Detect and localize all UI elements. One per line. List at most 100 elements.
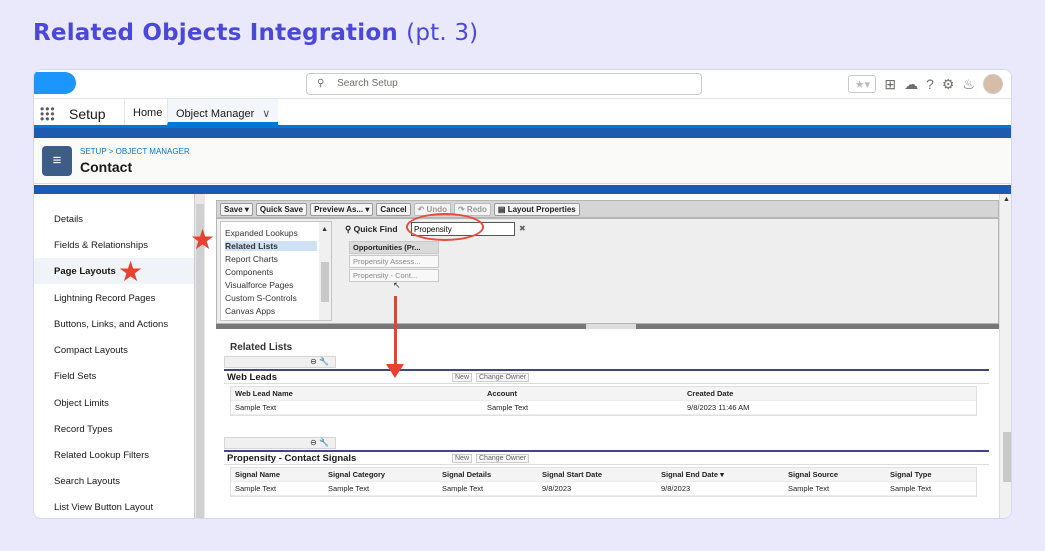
annotation-arrow-head <box>386 364 404 378</box>
table-cell: Sample Text <box>235 403 277 412</box>
sidebar-item-fields[interactable]: Fields & Relationships <box>54 240 148 251</box>
trailhead-icon[interactable]: ☁ <box>904 76 918 93</box>
sidebar-item-list-view-button[interactable]: List View Button Layout <box>54 502 153 513</box>
table-cell: 9/8/2023 <box>661 484 691 493</box>
table-cell: Sample Text <box>487 403 529 412</box>
change-owner-button[interactable]: Change Owner <box>476 454 530 463</box>
breadcrumb[interactable]: SETUP > OBJECT MANAGER <box>80 147 190 156</box>
drag-handle[interactable]: ⊖ 🔧 <box>224 437 336 449</box>
object-header: ≡ SETUP > OBJECT MANAGER Contact <box>34 138 1011 184</box>
header-stripe <box>34 128 1011 138</box>
global-actions: ★▾ ⊞ ☁ ? ⚙ ♨ <box>848 73 1003 95</box>
chevron-up-icon[interactable]: ▲ <box>321 226 328 233</box>
column-header: Created Date <box>687 389 734 398</box>
category-components[interactable]: Components <box>225 267 273 277</box>
redo-label: Redo <box>466 204 487 214</box>
sidebar-item-details[interactable]: Details <box>54 214 83 225</box>
gear-icon[interactable]: ⚙ <box>942 76 955 93</box>
table-row: Sample Text Sample Text 9/8/2023 11:46 A… <box>231 401 976 415</box>
clear-icon[interactable]: ✖ <box>519 224 526 233</box>
sidebar-item-field-sets[interactable]: Field Sets <box>54 371 96 382</box>
table-cell: Sample Text <box>328 484 370 493</box>
related-list-table: Signal Name Signal Category Signal Detai… <box>230 467 977 497</box>
chevron-down-icon[interactable]: ∨ <box>262 108 270 120</box>
search-icon: ⚲ <box>317 78 325 89</box>
table-cell: Sample Text <box>890 484 932 493</box>
palette-item-propensity-assess[interactable]: Propensity Assess... <box>349 255 439 268</box>
page-layout-editor: Save ▾ Quick Save Preview As... ▾ Cancel… <box>216 200 999 518</box>
sidebar-item-lookup-filters[interactable]: Related Lookup Filters <box>54 450 149 461</box>
annotation-star-icon: ★ <box>190 224 216 255</box>
cursor-icon: ↖ <box>393 280 401 290</box>
category-related-lists[interactable]: Related Lists <box>225 241 317 251</box>
tab-object-manager-label: Object Manager <box>176 108 255 120</box>
column-header: Signal Name <box>235 470 281 479</box>
sidebar-item-compact-layouts[interactable]: Compact Layouts <box>54 345 128 356</box>
redo-icon: ↷ <box>457 204 467 214</box>
category-visualforce-pages[interactable]: Visualforce Pages <box>225 280 293 290</box>
page-title: Contact <box>80 159 133 175</box>
editor-scrollbar[interactable]: ▲ <box>999 194 1011 518</box>
app-name: Setup <box>69 106 106 122</box>
sidebar: Details Fields & Relationships Page Layo… <box>34 194 194 518</box>
related-list-name: Web Leads <box>227 372 277 383</box>
sidebar-item-page-layouts[interactable]: Page Layouts <box>54 266 116 277</box>
bell-icon[interactable]: ♨ <box>962 76 975 93</box>
table-cell: Sample Text <box>235 484 277 493</box>
app-launcher-icon[interactable]: ••• ••• ••• <box>40 103 56 125</box>
category-custom-s-controls[interactable]: Custom S-Controls <box>225 293 297 303</box>
remove-wrench-icon[interactable]: ⊖ 🔧 <box>310 438 329 447</box>
table-cell: 9/8/2023 11:46 AM <box>687 403 750 412</box>
new-button[interactable]: New <box>452 373 473 382</box>
screenshot-frame: ⚲ Search Setup ★▾ ⊞ ☁ ? ⚙ ♨ ••• ••• ••• Se… <box>33 69 1012 519</box>
category-scroll-thumb[interactable] <box>321 262 329 302</box>
resizer-grip[interactable] <box>586 324 636 329</box>
search-input[interactable]: ⚲ Search Setup <box>306 73 702 95</box>
sidebar-item-buttons[interactable]: Buttons, Links, and Actions <box>54 319 168 330</box>
annotation-star-icon: ★ <box>118 256 144 287</box>
editor-scroll-thumb[interactable] <box>1003 432 1011 482</box>
favorites-icon[interactable]: ★▾ <box>848 75 877 93</box>
table-header-row: Web Lead Name Account Created Date <box>231 387 976 401</box>
tab-object-manager[interactable]: Object Manager ∨ <box>167 99 279 125</box>
related-lists-section-title: Related Lists <box>230 342 293 353</box>
sidebar-item-lightning-pages[interactable]: Lightning Record Pages <box>54 293 155 304</box>
layout-properties-button[interactable]: ▤ Layout Properties <box>493 202 580 216</box>
new-button[interactable]: New <box>452 454 473 463</box>
avatar[interactable] <box>983 74 1003 94</box>
chevron-up-icon[interactable]: ▲ <box>1003 196 1010 203</box>
column-header: Signal Source <box>788 470 839 479</box>
change-owner-button[interactable]: Change Owner <box>476 373 530 382</box>
global-header: ⚲ Search Setup ★▾ ⊞ ☁ ? ⚙ ♨ <box>34 70 1011 99</box>
layers-icon: ≡ <box>42 146 72 176</box>
editor-toolbar: Save ▾ Quick Save Preview As... ▾ Cancel… <box>216 200 999 218</box>
sidebar-item-record-types[interactable]: Record Types <box>54 424 112 435</box>
sidebar-item-object-limits[interactable]: Object Limits <box>54 398 109 409</box>
column-header: Signal Category <box>328 470 386 479</box>
drag-handle[interactable]: ⊖ 🔧 <box>224 356 336 368</box>
slide-title-main: Related Objects Integration <box>33 20 398 46</box>
category-report-charts[interactable]: Report Charts <box>225 254 278 264</box>
category-canvas-apps[interactable]: Canvas Apps <box>225 306 275 316</box>
table-header-row: Signal Name Signal Category Signal Detai… <box>231 468 976 482</box>
sidebar-item-search-layouts[interactable]: Search Layouts <box>54 476 120 487</box>
category-expanded-lookups[interactable]: Expanded Lookups <box>225 228 298 238</box>
quick-save-button[interactable]: Quick Save <box>255 202 308 216</box>
category-scrollbar[interactable]: ▲ <box>319 222 331 320</box>
help-icon[interactable]: ? <box>926 76 934 92</box>
related-list-contact-signals[interactable]: ⊖ 🔧 Propensity - Contact Signals New Cha… <box>224 437 989 499</box>
annotation-circle <box>406 213 484 241</box>
tab-home[interactable]: Home <box>124 99 170 125</box>
related-list-web-leads[interactable]: ⊖ 🔧 Web Leads New Change Owner Web Lead … <box>224 356 989 418</box>
column-header: Signal Start Date <box>542 470 603 479</box>
preview-as-button[interactable]: Preview As... ▾ <box>310 202 374 216</box>
add-icon[interactable]: ⊞ <box>884 76 896 93</box>
save-button[interactable]: Save ▾ <box>220 202 253 216</box>
salesforce-logo-icon[interactable] <box>34 72 76 94</box>
palette-item-opportunities[interactable]: Opportunities (Pr... <box>349 241 439 254</box>
header-stripe-bottom <box>34 185 1011 194</box>
cancel-button[interactable]: Cancel <box>376 202 411 216</box>
palette-resizer[interactable] <box>216 324 999 329</box>
slide-title-part: (pt. 3) <box>406 20 479 46</box>
remove-wrench-icon[interactable]: ⊖ 🔧 <box>310 357 329 366</box>
